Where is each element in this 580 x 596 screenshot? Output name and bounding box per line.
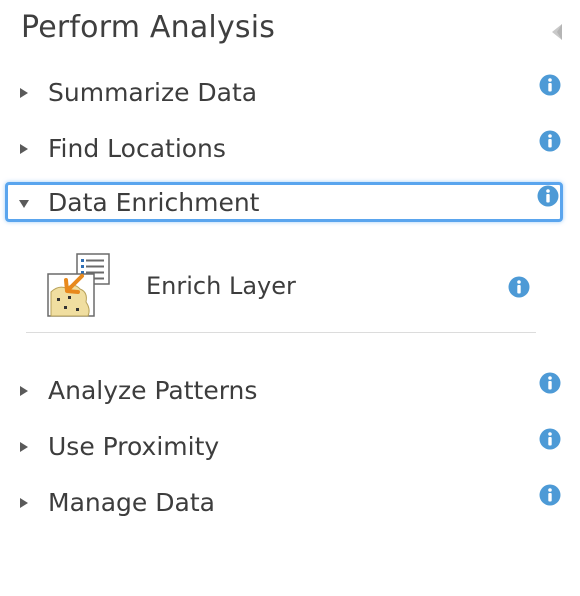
category-use-proximity[interactable]: Use Proximity: [8, 426, 570, 474]
collapse-panel-button[interactable]: [550, 23, 564, 41]
info-icon[interactable]: [539, 372, 561, 394]
chevron-right-icon: [20, 442, 28, 452]
chevron-down-icon: [19, 200, 29, 208]
category-label: Summarize Data: [48, 78, 258, 107]
chevron-right-icon: [20, 144, 28, 154]
info-icon[interactable]: [539, 484, 561, 506]
panel-title: Perform Analysis: [21, 10, 276, 45]
chevron-right-icon: [20, 88, 28, 98]
category-analyze-patterns[interactable]: Analyze Patterns: [8, 370, 570, 418]
info-icon[interactable]: [539, 428, 561, 450]
category-manage-data[interactable]: Manage Data: [8, 482, 570, 530]
category-find-locations[interactable]: Find Locations: [8, 128, 570, 176]
category-label: Analyze Patterns: [48, 376, 258, 405]
info-icon[interactable]: [539, 74, 561, 96]
triangle-left-icon: [552, 24, 562, 40]
tool-enrich-layer[interactable]: Enrich Layer: [42, 252, 542, 322]
category-label: Data Enrichment: [48, 188, 260, 217]
enrich-layer-icon: [47, 253, 110, 317]
perform-analysis-panel: Perform Analysis Summarize Data Find Loc…: [0, 0, 580, 596]
category-label: Manage Data: [48, 488, 215, 517]
chevron-right-icon: [20, 498, 28, 508]
category-label: Use Proximity: [48, 432, 220, 461]
category-summarize-data[interactable]: Summarize Data: [8, 72, 570, 120]
category-label: Find Locations: [48, 134, 226, 163]
chevron-right-icon: [20, 386, 28, 396]
divider: [26, 332, 536, 333]
info-icon[interactable]: [508, 276, 530, 298]
info-icon[interactable]: [537, 185, 559, 207]
info-icon[interactable]: [539, 130, 561, 152]
tool-label: Enrich Layer: [146, 272, 296, 300]
category-data-enrichment[interactable]: Data Enrichment: [5, 182, 563, 222]
